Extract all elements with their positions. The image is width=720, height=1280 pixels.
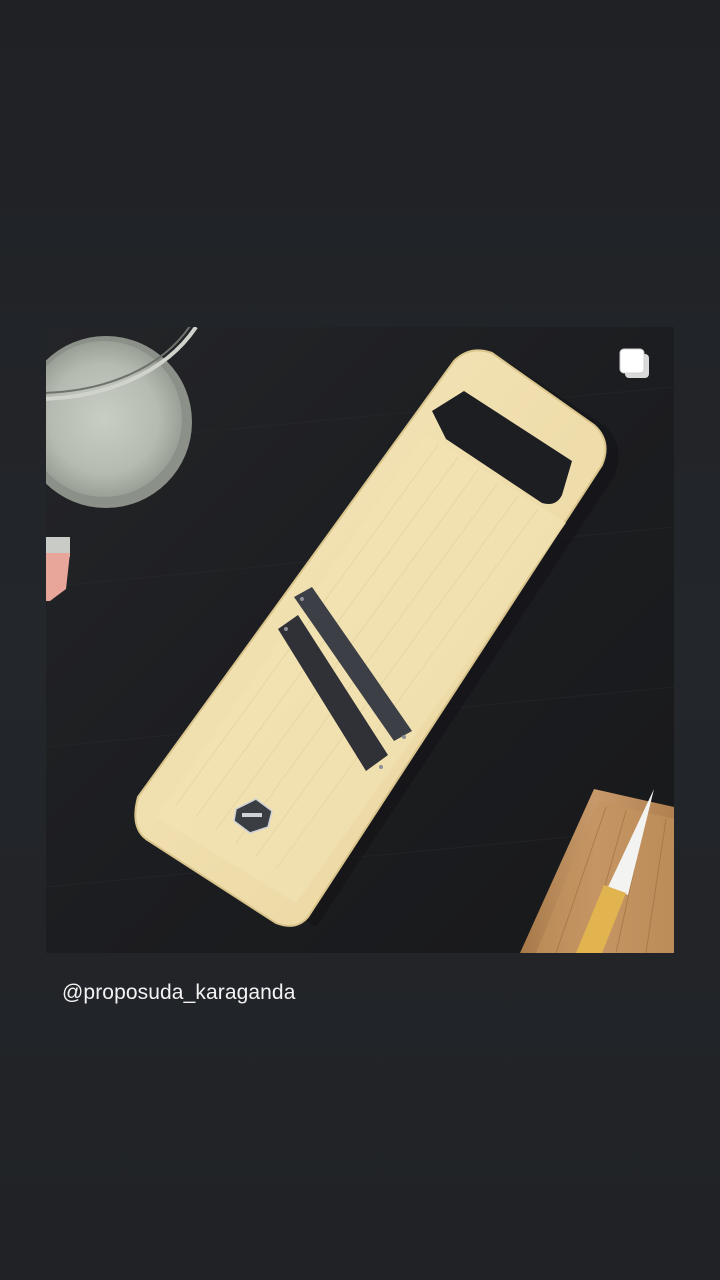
post-photo[interactable]: [46, 327, 674, 953]
carousel-stack-icon: [618, 347, 652, 381]
story-screen: @proposuda_karaganda: [0, 0, 720, 1280]
post-author-username[interactable]: @proposuda_karaganda: [62, 978, 296, 1008]
product-photo-illustration: [46, 327, 674, 953]
